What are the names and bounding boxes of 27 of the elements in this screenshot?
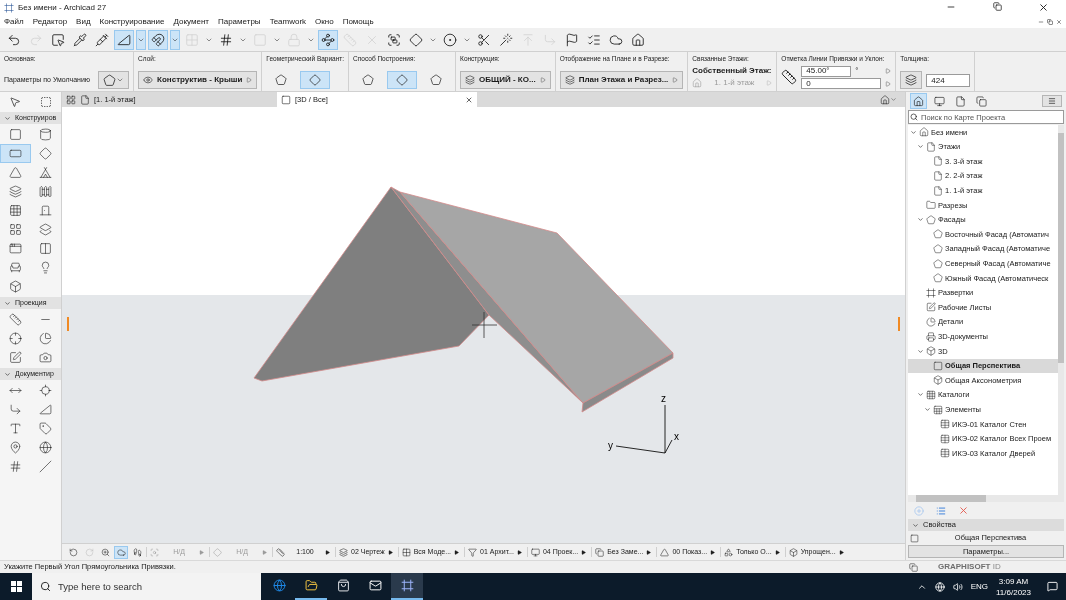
unit-label: ° — [855, 65, 860, 77]
menu-item[interactable]: Teamwork — [269, 15, 307, 28]
offset-field[interactable]: 0 — [801, 78, 882, 89]
taskbar-search-field[interactable]: Type here to search — [32, 573, 261, 600]
window-title: Без имени - Archicad 27 — [18, 1, 107, 14]
axis-label: x — [674, 431, 679, 442]
menu-item[interactable]: Конструирование — [99, 15, 165, 28]
dropdown-field[interactable]: План Этажа и Разрез... — [559, 71, 684, 89]
angle-field[interactable]: 45.00° — [801, 65, 852, 77]
clock-date[interactable]: 11/6/2023 — [996, 586, 1031, 598]
story-value: 1. 1-й этаж — [714, 77, 755, 89]
language-indicator[interactable]: ENG — [970, 580, 988, 593]
brand-link[interactable]: GRAPHISOFT ID — [938, 561, 1001, 573]
menu-item[interactable]: Помощь — [342, 15, 374, 28]
menu-item[interactable]: Файл — [4, 15, 24, 28]
story-heading: Собственный Этаж: — [692, 65, 773, 77]
menu-item[interactable]: Документ — [173, 15, 209, 28]
dropdown-field[interactable]: Конструктив - Крыши — [138, 71, 258, 89]
menu-item[interactable]: Вид — [76, 15, 91, 28]
clock-time[interactable]: 3:09 AM — [998, 575, 1029, 587]
menu-item[interactable]: Окно — [315, 15, 334, 28]
dropdown-field[interactable]: ОБЩИЙ - КО... — [460, 71, 551, 89]
axis-label: y — [608, 440, 613, 451]
menu-item[interactable]: Параметры — [217, 15, 261, 28]
thickness-field[interactable]: 424 — [926, 73, 971, 87]
menu-item[interactable]: Редактор — [32, 15, 68, 28]
axis-label: z — [661, 393, 666, 404]
